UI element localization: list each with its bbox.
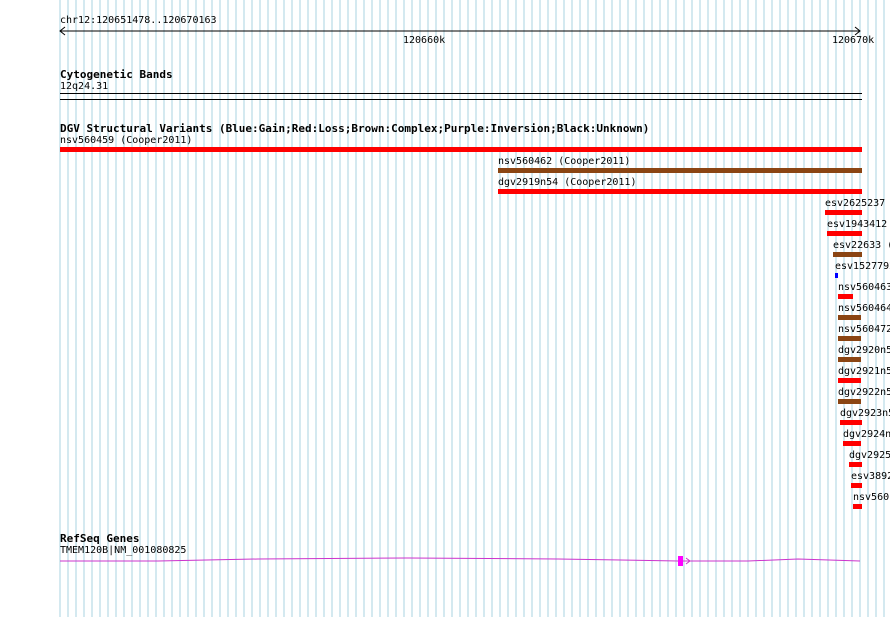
dgv-feature[interactable]: dgv2924n [843,429,890,447]
dgv-feature-label: esv1943412 [827,219,888,230]
dgv-feature-label: dgv2924n [843,429,890,440]
dgv-feature-bar [498,168,862,173]
refseq-gene-model[interactable] [58,552,864,570]
dgv-feature[interactable]: dgv2923n5 [840,408,890,426]
dgv-feature-label: esv2625237 [825,198,886,209]
dgv-feature-label: dgv2923n5 [840,408,890,419]
dgv-feature-label: dgv2920n5 [838,345,890,356]
dgv-feature[interactable]: nsv560464 [838,303,890,321]
dgv-feature-bar [840,420,862,425]
dgv-feature-label: nsv560462 (Cooper2011) [498,156,631,167]
dgv-feature[interactable]: nsv560472 [838,324,890,342]
dgv-feature-label: nsv560459 (Cooper2011) [60,135,193,146]
dgv-feature[interactable]: nsv560 [853,492,890,510]
dgv-feature[interactable]: esv2625237 [825,198,885,216]
dgv-feature-bar [827,231,862,236]
dgv-feature-bar [838,336,861,341]
dgv-feature-label: nsv560463 [838,282,890,293]
dgv-feature-bar [843,441,861,446]
dgv-features: nsv560459 (Cooper2011) nsv560462 (Cooper2… [0,0,890,617]
dgv-feature[interactable]: dgv2921n5 [838,366,890,384]
dgv-feature-bar [838,315,861,320]
dgv-feature-bar [849,462,862,467]
dgv-feature[interactable]: dgv2920n5 [838,345,890,363]
dgv-feature[interactable]: nsv560459 (Cooper2011) [60,135,862,153]
dgv-feature-bar [838,357,861,362]
dgv-feature-label: esv22633 ( [833,240,890,251]
dgv-feature-label: dgv2919n54 (Cooper2011) [498,177,637,188]
dgv-feature[interactable]: nsv560463 [838,282,890,300]
dgv-feature[interactable]: dgv2922n5 [838,387,890,405]
dgv-feature-label: dgv2925 [849,450,890,461]
dgv-feature-bar [851,483,862,488]
dgv-feature-bar [838,294,853,299]
dgv-feature-label: dgv2922n5 [838,387,890,398]
dgv-feature-bar [833,252,862,257]
dgv-feature-bar [838,399,861,404]
dgv-feature[interactable]: nsv560462 (Cooper2011) [498,156,862,174]
dgv-feature[interactable]: esv1527792 [835,261,890,279]
dgv-feature-bar [60,147,862,152]
dgv-feature-label: nsv560464 [838,303,890,314]
dgv-feature[interactable]: dgv2919n54 (Cooper2011) [498,177,862,195]
dgv-feature[interactable]: esv1943412 [827,219,887,237]
dgv-feature[interactable]: esv22633 ( [833,240,890,258]
dgv-feature-label: nsv560 [853,492,890,503]
dgv-feature-bar [853,504,862,509]
dgv-feature[interactable]: dgv2925 [849,450,890,468]
dgv-feature[interactable]: esv3892 [851,471,890,489]
dgv-feature-bar [825,210,862,215]
dgv-feature-bar [498,189,862,194]
dgv-feature-label: dgv2921n5 [838,366,890,377]
dgv-feature-label: esv3892 [851,471,890,482]
dgv-feature-bar [838,378,861,383]
dgv-feature-label: nsv560472 [838,324,890,335]
dgv-feature-label: esv1527792 [835,261,890,272]
dgv-feature-bar [835,273,838,278]
refseq-track-title: RefSeq Genes [60,532,140,545]
